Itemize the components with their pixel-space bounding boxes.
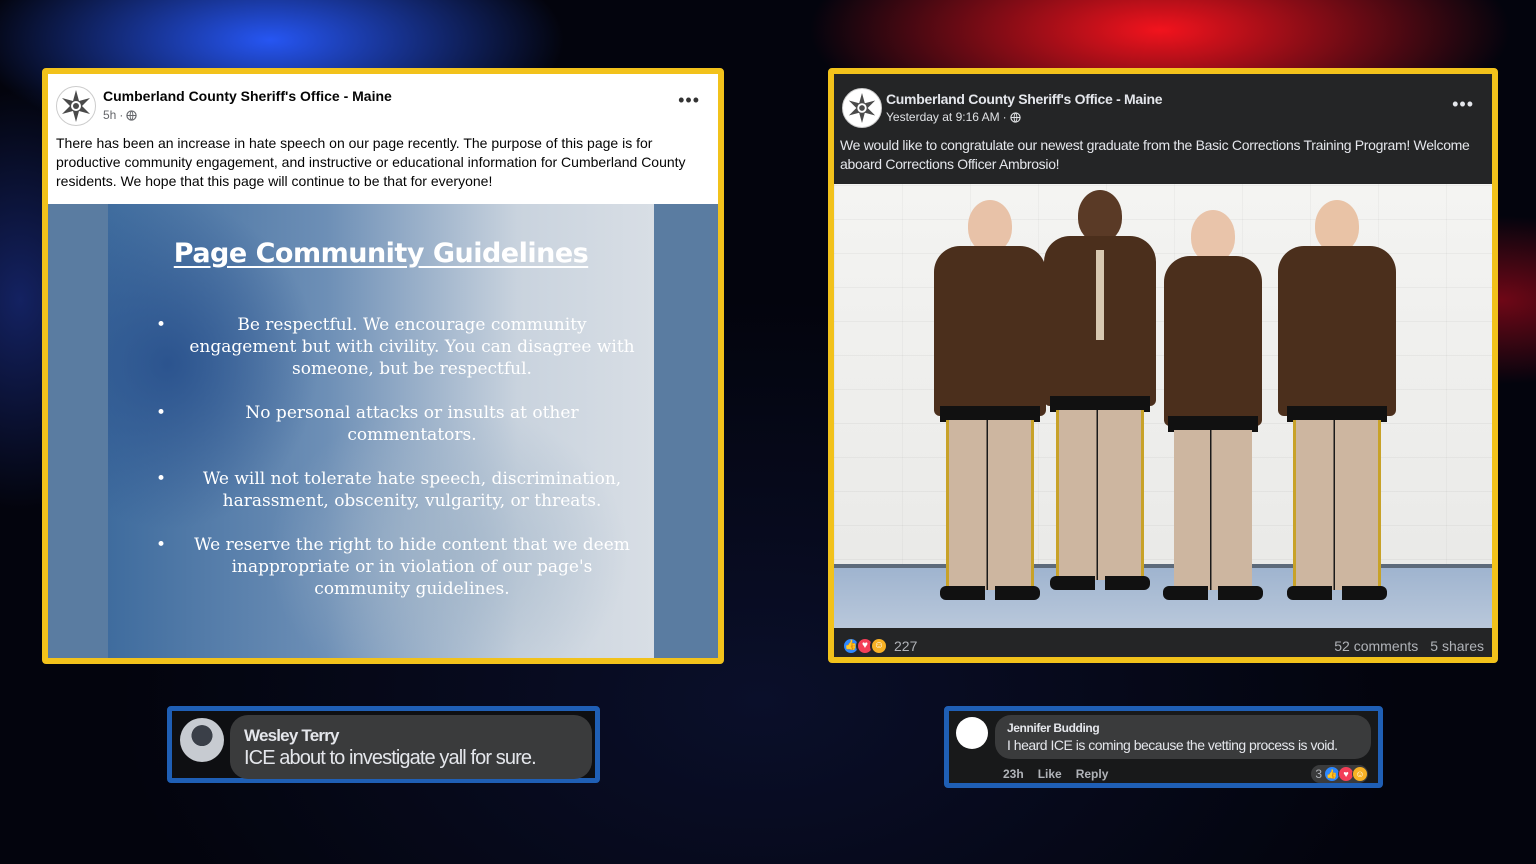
post-footer: 👍 ♥ ☺ 227 52 comments 5 shares (834, 628, 1492, 657)
comment-card: Jennifer Budding I heard ICE is coming b… (944, 706, 1383, 788)
post-caption: We would like to congratulate our newest… (840, 137, 1470, 172)
officer-trousers (1293, 420, 1381, 590)
reply-button[interactable]: Reply (1076, 767, 1109, 781)
more-options-icon[interactable]: ••• (1452, 94, 1474, 115)
guideline-item: • Be respectful. We encourage community e… (156, 315, 635, 379)
comment-actions: 23h Like Reply (1003, 767, 1108, 781)
globe-icon (1009, 111, 1021, 123)
bullet-icon: • (156, 315, 167, 335)
bullet-icon: • (156, 469, 167, 489)
guideline-item: • No personal attacks or insults at other… (156, 403, 579, 445)
officer-trousers (1056, 410, 1144, 580)
commenter-name[interactable]: Jennifer Budding (1007, 721, 1359, 735)
officer-uniform (1278, 246, 1396, 416)
page-name-link[interactable]: Cumberland County Sheriff's Office - Mai… (886, 91, 1163, 107)
reaction-count: 227 (894, 637, 918, 654)
officer-shoes (940, 586, 1040, 600)
officer-head (968, 200, 1012, 252)
comment-bubble: Jennifer Budding I heard ICE is coming b… (995, 715, 1371, 759)
officer-head (1191, 210, 1235, 262)
sheriff-star-icon (62, 90, 90, 122)
comment-reaction-count: 3 (1315, 767, 1322, 781)
guidelines-list: • Be respectful. We encourage community e… (156, 314, 638, 622)
comment-bubble: Wesley Terry ICE about to investigate ya… (230, 715, 592, 779)
post-meta: 5h · (103, 108, 138, 122)
officer-tie (1096, 250, 1104, 340)
officer-figure (1148, 210, 1278, 610)
like-button[interactable]: Like (1038, 767, 1062, 781)
post-time[interactable]: Yesterday at 9:16 AM (886, 110, 1000, 124)
officer-head (1078, 190, 1122, 242)
officer-trousers (946, 420, 1034, 590)
officer-trousers (1174, 430, 1252, 590)
left-post-card: Cumberland County Sheriff's Office - Mai… (42, 68, 724, 664)
shares-count-link[interactable]: 5 shares (1430, 638, 1484, 654)
officers-photo[interactable] (834, 184, 1492, 628)
comment-time[interactable]: 23h (1003, 767, 1024, 781)
more-options-icon[interactable]: ••• (678, 90, 700, 111)
sheriff-badge-avatar[interactable] (842, 88, 882, 128)
post-header: Cumberland County Sheriff's Office - Mai… (48, 74, 718, 134)
officer-shoes (1163, 586, 1263, 600)
meta-separator: · (1002, 110, 1007, 124)
haha-icon: ☺ (1352, 766, 1368, 782)
officer-shoes (1287, 586, 1387, 600)
comment-reactions[interactable]: 3 👍 ♥ ☺ (1311, 765, 1368, 783)
bullet-icon: • (156, 535, 167, 555)
commenter-avatar[interactable] (956, 717, 988, 749)
haha-icon: ☺ (870, 636, 888, 655)
guideline-item: • We will not tolerate hate speech, discr… (156, 469, 622, 511)
comment-text: I heard ICE is coming because the vettin… (1007, 737, 1338, 753)
comment-card: Wesley Terry ICE about to investigate ya… (167, 706, 600, 783)
guidelines-panel: Page Community Guidelines • Be respectful… (108, 204, 654, 658)
guidelines-image[interactable]: Page Community Guidelines • Be respectful… (48, 204, 718, 658)
comments-count-link[interactable]: 52 comments (1334, 638, 1418, 654)
right-post-card: Cumberland County Sheriff's Office - Mai… (828, 68, 1498, 663)
officer-head (1315, 200, 1359, 252)
officer-uniform (1164, 256, 1262, 426)
bullet-icon: • (156, 403, 167, 423)
commenter-avatar[interactable] (180, 718, 224, 762)
guidelines-title: Page Community Guidelines (173, 238, 589, 269)
guideline-item: • We reserve the right to hide content th… (156, 535, 630, 599)
commenter-name[interactable]: Wesley Terry (244, 726, 578, 746)
officer-shoes (1050, 576, 1150, 590)
post-time[interactable]: 5h (103, 108, 116, 122)
officer-figure (1262, 200, 1412, 610)
meta-separator: · (119, 108, 124, 122)
sheriff-badge-avatar[interactable] (56, 86, 96, 126)
reactions-summary[interactable]: 👍 ♥ ☺ 227 (842, 636, 918, 655)
sheriff-star-icon (848, 92, 876, 124)
post-meta: Yesterday at 9:16 AM · (886, 110, 1021, 124)
page-name-link[interactable]: Cumberland County Sheriff's Office - Mai… (103, 88, 392, 104)
post-header: Cumberland County Sheriff's Office - Mai… (834, 74, 1492, 128)
comment-text: ICE about to investigate yall for sure. (244, 747, 537, 769)
globe-icon (126, 109, 138, 121)
post-caption: There has been an increase in hate speec… (56, 135, 686, 189)
